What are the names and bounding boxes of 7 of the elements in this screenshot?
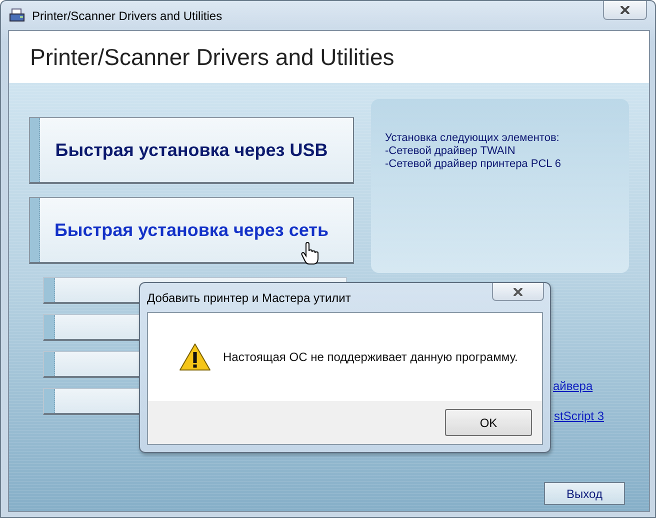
info-text: -Сетевой драйвер принтера PCL 6 — [385, 158, 562, 171]
info-text: -Сетевой драйвер TWAIN — [385, 145, 516, 158]
info-text: Установка следующих элементов: — [385, 132, 560, 145]
dialog-message: Настоящая ОС не поддерживает данную программу. — [223, 350, 518, 364]
window-title: Printer/Scanner Drivers and Utilities — [32, 8, 222, 22]
dialog-title: Добавить принтер и Мастера утилит — [147, 290, 351, 304]
app-heading: Printer/Scanner Drivers and Utilities — [29, 42, 396, 72]
